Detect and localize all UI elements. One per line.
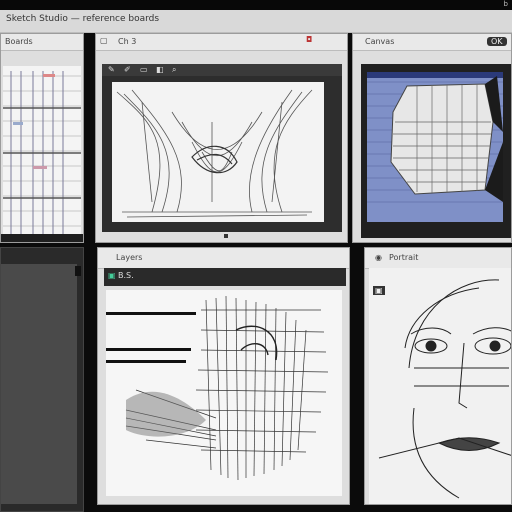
panel-header: Boards	[1, 34, 83, 51]
brush-icon[interactable]: ✎	[108, 65, 115, 74]
panel-title: Layers	[116, 253, 143, 262]
panel-title: Ch 3	[118, 37, 137, 46]
scroll-thumb[interactable]	[75, 266, 81, 276]
frame-icon[interactable]: ▣	[373, 286, 385, 295]
sketch-drawing	[116, 89, 313, 218]
corner-label: b	[503, 0, 508, 8]
layer-bar: ▣ B.S.	[104, 268, 346, 286]
face-sketch	[378, 279, 511, 499]
panel-title: Boards	[5, 37, 33, 46]
center-top-panel: ▢ Ch 3 ◘ ✎ ✐ ▭ ◧ ⌕	[95, 33, 348, 243]
flag-icon[interactable]: ◘	[306, 35, 312, 44]
left-boards-panel: Boards	[0, 33, 84, 243]
blue-canvas-frame	[361, 64, 511, 238]
ok-button[interactable]: OK	[487, 37, 507, 46]
top-bar: b	[0, 0, 512, 10]
fill-icon[interactable]: ◧	[156, 65, 164, 74]
panel-dark-strip	[1, 234, 83, 242]
right-top-panel: Canvas OK	[352, 33, 512, 243]
panel-header: Canvas OK	[353, 34, 511, 51]
panel-header: ◉ Portrait	[365, 248, 511, 269]
layer-icon[interactable]: ▣	[108, 271, 116, 280]
zoom-icon[interactable]: ⌕	[172, 65, 176, 75]
face-canvas[interactable]: ▣	[369, 268, 511, 504]
title-bar: Sketch Studio — reference boards	[0, 10, 512, 33]
layer-label: B.S.	[118, 271, 134, 280]
panel-header: Layers	[98, 248, 349, 269]
portrait-canvas[interactable]	[106, 290, 342, 496]
wire-sketch	[367, 72, 503, 203]
eraser-icon[interactable]: ▭	[140, 65, 148, 74]
drawing-canvas[interactable]	[112, 82, 324, 222]
blue-canvas[interactable]	[367, 72, 503, 222]
pencil-icon[interactable]: ✐	[124, 65, 131, 74]
window-title: Sketch Studio — reference boards	[6, 14, 160, 24]
left-lower-panel	[0, 247, 84, 512]
right-bottom-panel: ◉ Portrait ▣	[364, 247, 512, 505]
settings-icon[interactable]: ◉	[375, 253, 382, 262]
spreadsheet-thumbnail[interactable]	[3, 66, 81, 242]
menu-icon[interactable]: ▢	[100, 36, 108, 45]
panel-title: Canvas	[365, 37, 395, 46]
toolbar: ✎ ✐ ▭ ◧ ⌕	[102, 64, 342, 76]
center-bottom-panel: Layers ▣ B.S.	[97, 247, 350, 505]
status-dot	[224, 234, 228, 238]
hatched-face-sketch	[106, 295, 329, 481]
panel-header: ▢ Ch 3 ◘	[96, 34, 347, 51]
canvas-frame: ✎ ✐ ▭ ◧ ⌕	[102, 64, 342, 232]
panel-title: Portrait	[389, 253, 419, 262]
left-lower-content	[1, 264, 77, 504]
grid-lines	[3, 71, 81, 242]
